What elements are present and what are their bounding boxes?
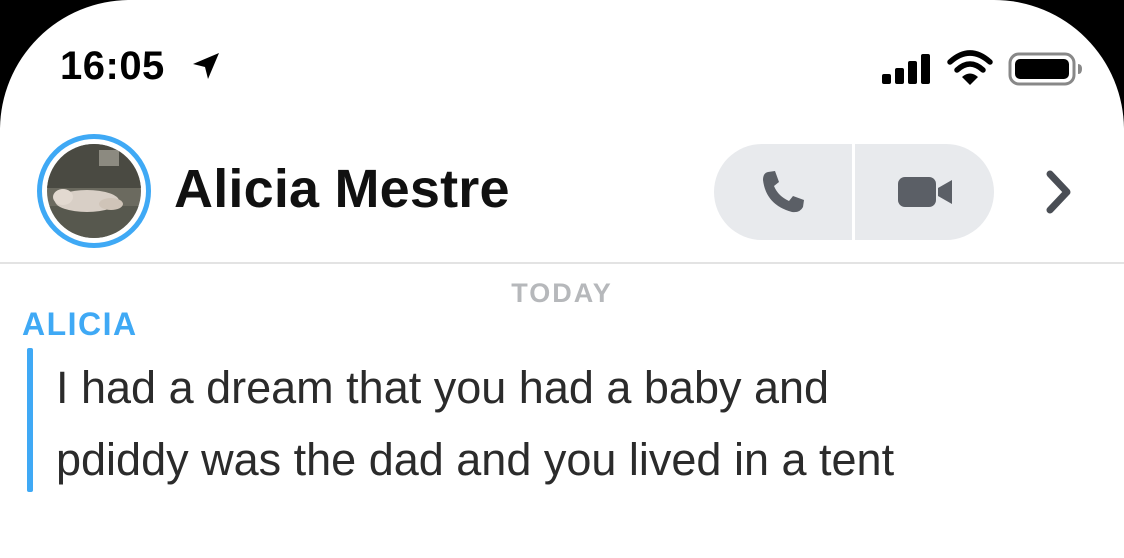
- wifi-icon: [947, 50, 993, 85]
- location-arrow-icon: [193, 53, 219, 79]
- contact-avatar: [47, 144, 141, 238]
- date-separator: TODAY: [511, 278, 613, 308]
- message-sender: ALICIA: [22, 306, 138, 342]
- message-line: pdiddy was the dad and you lived in a te…: [56, 434, 895, 485]
- message-text[interactable]: I had a dream that you had a baby and pd…: [56, 352, 1096, 496]
- status-time: 16:05: [60, 44, 165, 88]
- avatar[interactable]: [37, 134, 151, 248]
- contact-name[interactable]: Alicia Mestre: [174, 158, 510, 220]
- status-bar: 16:05: [0, 0, 1124, 120]
- phone-icon: [763, 171, 804, 213]
- call-actions: [714, 144, 994, 240]
- chat-screen: 16:05 Alicia Mestre TODAY ALICIA I had a…: [0, 0, 1124, 558]
- chat-header: Alicia Mestre: [0, 120, 1124, 264]
- battery-icon: [1008, 52, 1082, 86]
- chevron-right-icon: [1046, 170, 1071, 214]
- message-line: I had a dream that you had a baby and: [56, 362, 830, 413]
- video-camera-icon: [897, 177, 952, 207]
- message-accent-bar: [27, 348, 33, 492]
- video-call-button[interactable]: [855, 144, 994, 240]
- voice-call-button[interactable]: [714, 144, 852, 240]
- chat-details-button[interactable]: [1038, 166, 1078, 218]
- cellular-signal-icon: [882, 54, 930, 84]
